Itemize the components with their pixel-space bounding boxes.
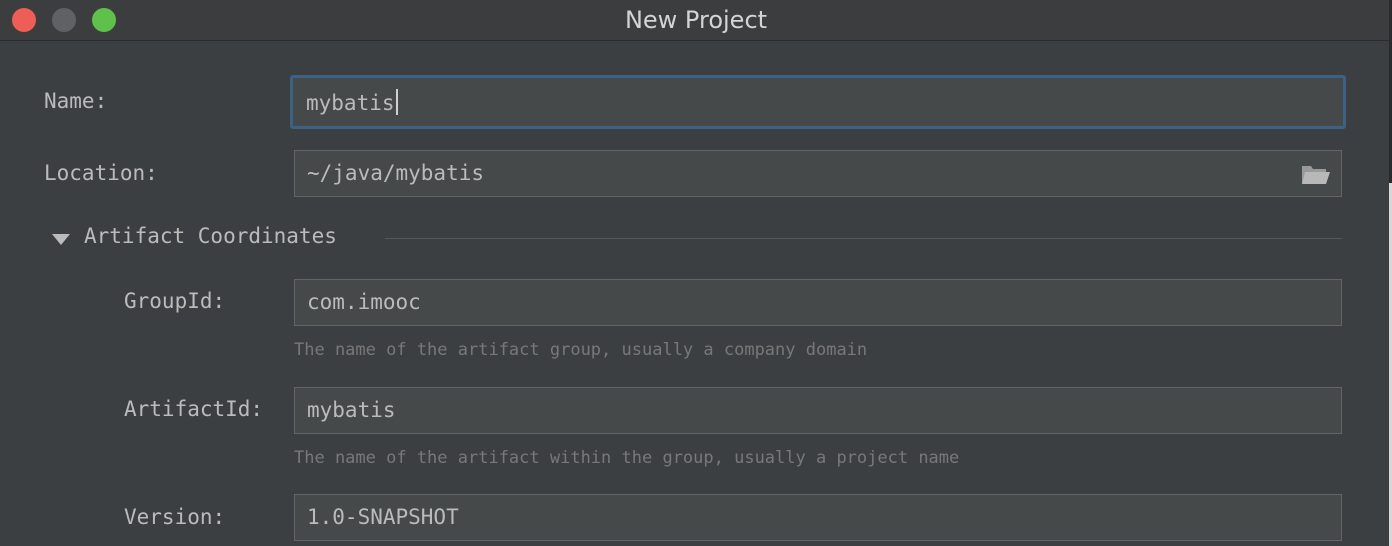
group-id-input-value: com.imooc	[307, 290, 421, 314]
text-caret	[395, 89, 398, 115]
name-input-value: mybatis	[306, 89, 398, 115]
location-input-value: ~/java/mybatis	[307, 161, 485, 185]
triangle-down-icon	[52, 234, 70, 245]
new-project-window: New Project Name: mybatis Location: ~/ja…	[0, 0, 1392, 546]
artifact-coordinates-title: Artifact Coordinates	[84, 224, 337, 248]
name-input[interactable]: mybatis	[290, 75, 1346, 129]
version-input-value: 1.0-SNAPSHOT	[307, 505, 459, 529]
name-label: Name:	[44, 89, 108, 113]
group-id-hint: The name of the artifact group, usually …	[294, 340, 868, 360]
title-bar[interactable]: New Project	[0, 0, 1392, 41]
artifact-id-hint: The name of the artifact within the grou…	[294, 448, 960, 468]
version-input[interactable]: 1.0-SNAPSHOT	[294, 494, 1342, 541]
group-id-label: GroupId:	[124, 289, 226, 313]
location-label: Location:	[44, 161, 158, 185]
window-title: New Project	[624, 6, 768, 34]
location-input[interactable]: ~/java/mybatis	[294, 150, 1342, 197]
artifact-id-label: ArtifactId:	[124, 397, 264, 421]
version-label: Version:	[124, 505, 226, 529]
folder-open-icon[interactable]	[1301, 163, 1331, 185]
group-id-input[interactable]: com.imooc	[294, 279, 1342, 326]
section-divider	[385, 238, 1342, 239]
artifact-id-input-value: mybatis	[307, 398, 396, 422]
artifact-id-input[interactable]: mybatis	[294, 387, 1342, 434]
